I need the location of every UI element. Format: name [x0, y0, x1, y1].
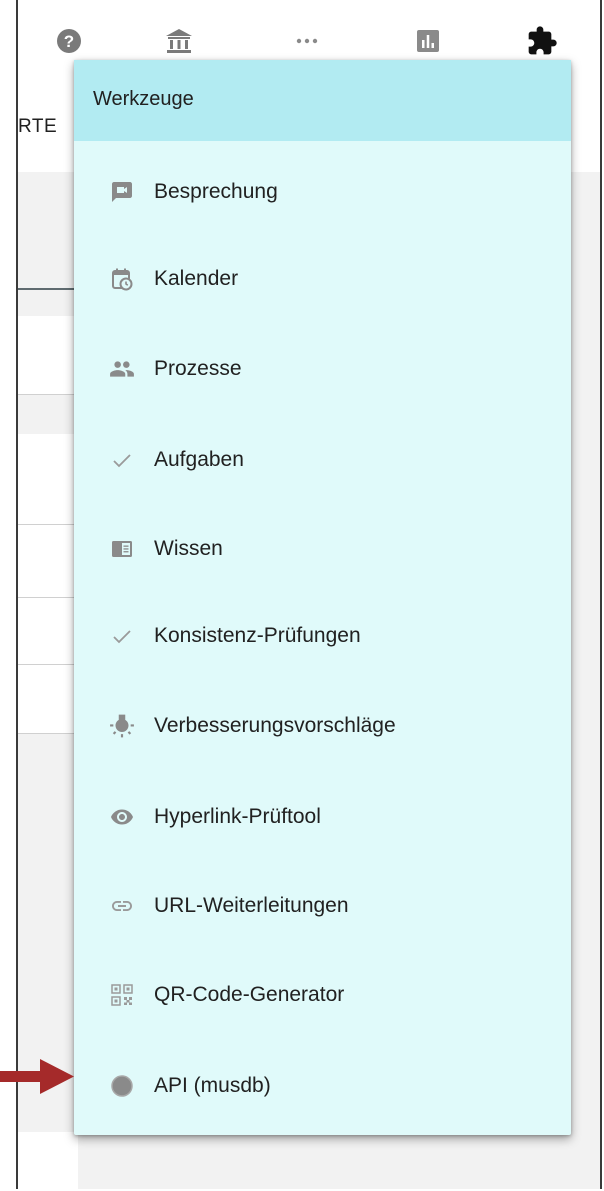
lightbulb-icon	[107, 711, 137, 741]
tools-menu: Werkzeuge Besprechung Kalender Prozesse …	[74, 60, 571, 1135]
background-panel	[18, 665, 78, 733]
menu-item-label: Hyperlink-Prüftool	[154, 805, 321, 828]
video-chat-icon	[107, 177, 137, 207]
menu-item-prozesse[interactable]: Prozesse	[74, 339, 571, 399]
divider	[18, 394, 78, 395]
calendar-clock-icon	[107, 264, 137, 294]
background-panel	[18, 598, 78, 664]
background-panel	[18, 525, 78, 597]
check-icon	[107, 445, 137, 475]
menu-item-qr-code-generator[interactable]: QR-Code-Generator	[74, 965, 571, 1025]
menu-item-konsistenz-pruefungen[interactable]: Konsistenz-Prüfungen	[74, 606, 571, 666]
qr-code-icon	[107, 980, 137, 1010]
menu-item-hyperlink-prueftool[interactable]: Hyperlink-Prüftool	[74, 787, 571, 847]
menu-item-label: Prozesse	[154, 357, 242, 380]
menu-item-wissen[interactable]: Wissen	[74, 519, 571, 579]
background-panel	[18, 316, 78, 394]
menu-item-url-weiterleitungen[interactable]: URL-Weiterleitungen	[74, 876, 571, 936]
annotation-arrow	[0, 1057, 76, 1102]
bar-chart-icon[interactable]	[411, 24, 445, 58]
menu-item-api-musdb[interactable]: API (musdb)	[74, 1056, 571, 1116]
menu-item-label: Besprechung	[154, 180, 278, 203]
menu-item-label: QR-Code-Generator	[154, 983, 345, 1006]
menu-item-label: Verbesserungsvorschläge	[154, 714, 396, 737]
menu-item-besprechung[interactable]: Besprechung	[74, 162, 571, 222]
svg-text:?: ?	[64, 32, 74, 51]
more-horizontal-icon[interactable]	[290, 24, 324, 58]
menu-item-label: API (musdb)	[154, 1074, 271, 1097]
menu-item-label: Konsistenz-Prüfungen	[154, 624, 361, 647]
divider	[18, 733, 78, 734]
menu-item-aufgaben[interactable]: Aufgaben	[74, 430, 571, 490]
link-icon	[107, 891, 137, 921]
check-icon	[107, 621, 137, 651]
menu-item-label: Kalender	[154, 267, 239, 290]
people-icon	[107, 354, 137, 384]
menu-title: Werkzeuge	[74, 60, 571, 141]
circle-icon	[107, 1071, 137, 1101]
background-panel	[18, 1132, 78, 1189]
menu-item-verbesserungsvorschlaege[interactable]: Verbesserungsvorschläge	[74, 696, 571, 756]
menu-item-label: Aufgaben	[154, 448, 244, 471]
eye-icon	[107, 802, 137, 832]
book-icon	[107, 534, 137, 564]
background-tab-label: RTE	[18, 116, 58, 137]
puzzle-icon[interactable]	[525, 24, 559, 58]
bank-icon[interactable]	[162, 24, 196, 58]
menu-item-label: Wissen	[154, 537, 223, 560]
menu-item-label: URL-Weiterleitungen	[154, 894, 349, 917]
background-tab-indicator	[18, 288, 78, 290]
menu-item-kalender[interactable]: Kalender	[74, 249, 571, 309]
background-panel	[18, 434, 78, 524]
help-icon[interactable]: ?	[52, 24, 86, 58]
